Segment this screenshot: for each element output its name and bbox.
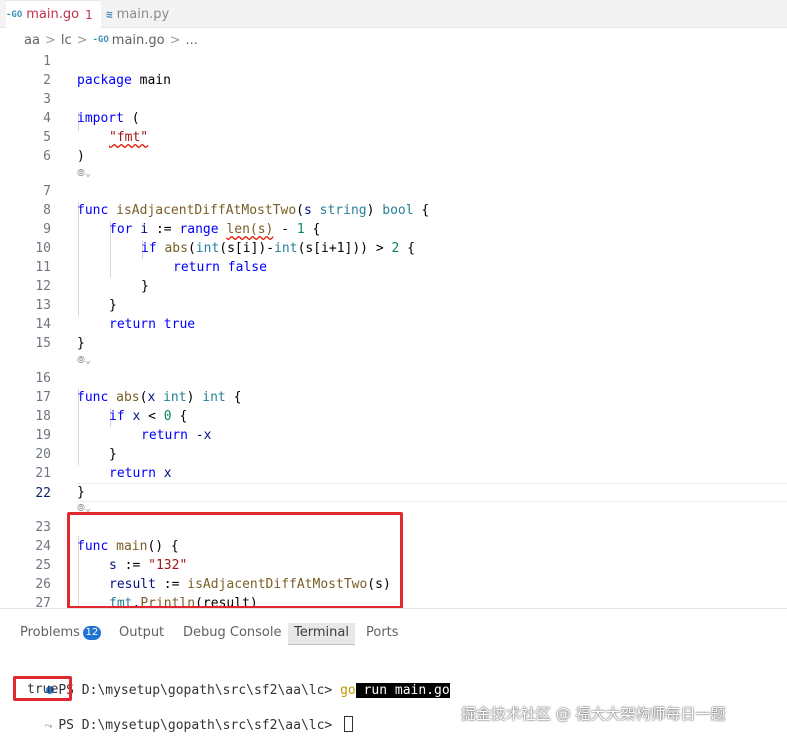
horizontal-scrollbar[interactable] [0,608,787,616]
go-file-icon: -GO [92,35,109,45]
line-number: 9 [43,222,51,237]
line-number: 19 [35,428,51,443]
line-number: 21 [35,466,51,481]
main-function-highlight-box [67,512,403,608]
line-number: 4 [43,111,51,126]
problems-count-badge: 12 [82,626,101,640]
breadcrumb: aa > lc > -GO main.go > ... [0,28,787,52]
line-number: 12 [35,279,51,294]
terminal-command: go [340,683,356,698]
go-file-icon: -GO [6,9,23,20]
watermark: 掘金技术社区 @ 福大大架构师每日一题 [461,705,726,723]
line-number: 13 [35,298,51,313]
line-number: 10 [35,241,51,256]
panel-tab-bar: Problems 12 Output Debug Console Terminal… [0,616,787,650]
line-number: 1 [43,54,51,69]
python-file-icon: ≋ [106,7,113,21]
line-number: 8 [43,203,51,218]
line-number: 25 [35,558,51,573]
chevron-right-icon: > [44,32,56,48]
tab-main-py[interactable]: ≋ main.py [106,0,196,28]
line-number: 17 [35,390,51,405]
line-number: 18 [35,409,51,424]
breadcrumb-item[interactable]: lc [61,33,72,48]
editor-tab-bar: -GO main.go 1 ≋ main.py [0,0,787,28]
breadcrumb-more[interactable]: ... [186,33,198,48]
line-number: 2 [43,73,51,88]
line-number: 27 [35,596,51,608]
tab-terminal[interactable]: Terminal [288,623,355,645]
tab-label: main.py [116,6,170,22]
tab-debug-console[interactable]: Debug Console [183,623,282,645]
line-number: 3 [43,92,51,107]
breadcrumb-item[interactable]: aa [24,33,40,48]
terminal-command-args: run main.go [355,683,450,698]
code-lens-icon[interactable]: ⦾⌄ [77,351,91,370]
tab-ports[interactable]: Ports [366,623,399,645]
tab-problems[interactable]: Problems 12 [20,623,101,645]
tab-main-go[interactable]: -GO main.go 1 [6,0,101,28]
line-number: 16 [35,371,51,386]
line-number: 26 [35,577,51,592]
line-number: 20 [35,447,51,462]
tab-output[interactable]: Output [119,623,164,645]
terminal-cursor [344,716,354,732]
chevron-right-icon: > [76,32,88,48]
line-number: 14 [35,317,51,332]
terminal-prompt: PS D:\mysetup\gopath\src\sf2\aa\lc> [58,718,341,733]
tab-label: main.go [26,7,80,22]
line-number: 24 [35,539,51,554]
line-number: 5 [43,130,51,145]
breadcrumb-item[interactable]: main.go [112,33,165,48]
terminal-prompt: PS D:\mysetup\gopath\src\sf2\aa\lc> [58,683,341,698]
line-number: 7 [43,184,51,199]
rerun-icon: ⤳ [44,721,53,732]
code-lens-icon[interactable]: ⦾⌄ [77,164,91,183]
line-number: 11 [35,260,51,275]
output-highlight-box [13,676,72,701]
code-editor[interactable]: 1 package main 2 3 import ( 4 "fmt" 5 ) … [0,52,787,608]
chevron-right-icon: > [169,32,181,48]
line-number: 23 [35,520,51,535]
terminal[interactable]: PS D:\mysetup\gopath\src\sf2\aa\lc> go r… [0,650,787,742]
problem-count-badge: 1 [85,7,93,22]
